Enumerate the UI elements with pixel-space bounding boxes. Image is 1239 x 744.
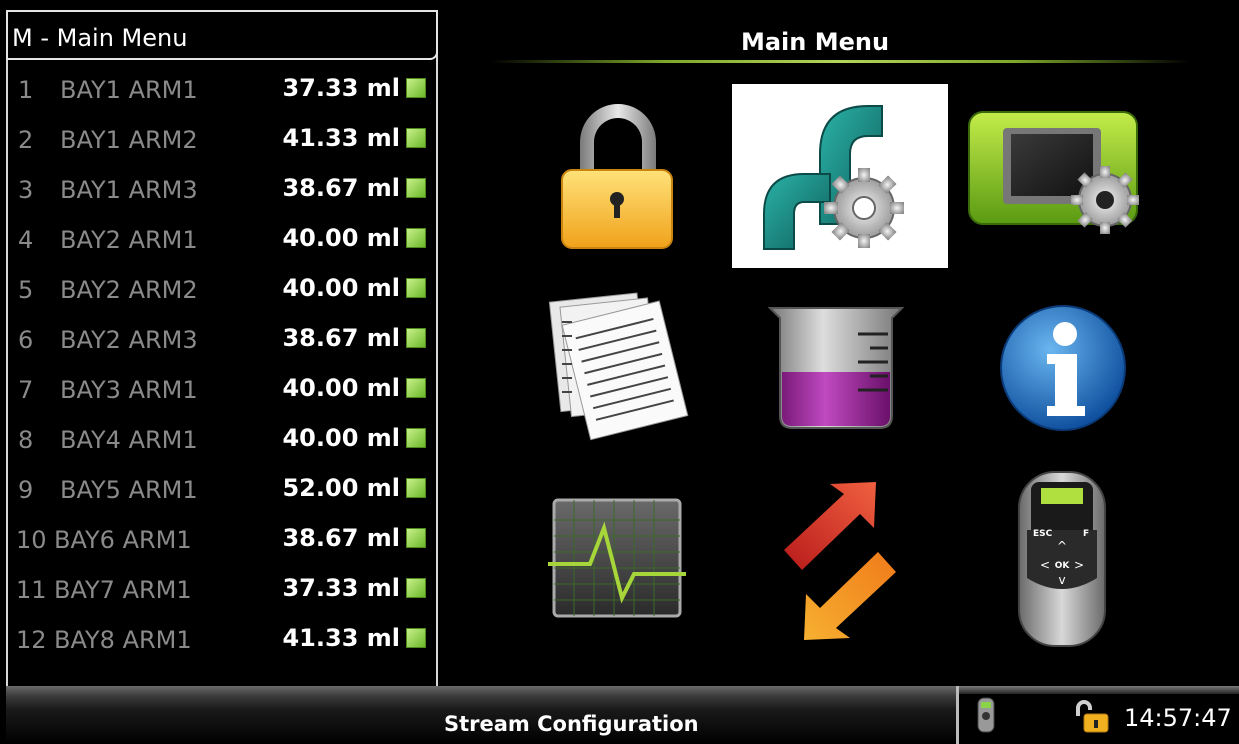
page-title: Main Menu <box>740 28 890 56</box>
status-indicator <box>406 128 426 148</box>
beaker-icon <box>767 307 905 429</box>
svg-text:<: < <box>1040 558 1050 572</box>
clock: 14:57:47 <box>1124 704 1232 732</box>
status-indicator <box>406 428 426 448</box>
menu-tile-device-settings[interactable] <box>955 84 1171 268</box>
channel-number: 5 <box>18 276 34 304</box>
channel-row[interactable]: 4 BAY2 ARM1 40.00 ml <box>6 216 438 268</box>
documents-icon <box>548 292 689 441</box>
svg-text:F: F <box>1083 529 1089 539</box>
transfer-arrows-icon <box>784 482 896 640</box>
channel-value: 37.33 ml <box>282 74 400 102</box>
menu-tile-keypad-device[interactable]: ESC F ^ OK < > v <box>955 470 1171 654</box>
channel-value: 41.33 ml <box>282 624 400 652</box>
channel-name: BAY1 ARM2 <box>60 126 198 154</box>
trend-chart-icon <box>548 498 686 618</box>
channel-name: BAY5 ARM1 <box>60 476 198 504</box>
status-indicator <box>406 578 426 598</box>
channel-row[interactable]: 12 BAY8 ARM1 41.33 ml <box>6 616 438 668</box>
menu-tile-documents[interactable] <box>512 282 728 466</box>
status-indicator <box>406 628 426 648</box>
channel-value: 40.00 ml <box>282 224 400 252</box>
channel-number: 8 <box>18 426 34 454</box>
status-indicator <box>406 528 426 548</box>
channel-number: 2 <box>18 126 34 154</box>
info-icon <box>1000 305 1126 431</box>
channel-number: 11 <box>16 576 47 604</box>
channel-value: 38.67 ml <box>282 524 400 552</box>
lock-icon <box>561 104 673 249</box>
channel-name: BAY4 ARM1 <box>60 426 198 454</box>
channel-value: 38.67 ml <box>282 174 400 202</box>
channel-name: BAY2 ARM1 <box>60 226 198 254</box>
unlocked-padlock-icon <box>1076 700 1109 733</box>
menu-tile-trend-chart[interactable] <box>512 476 728 660</box>
channel-value: 38.67 ml <box>282 324 400 352</box>
menu-tile-stream-configuration[interactable] <box>732 84 948 268</box>
status-bar-bevel <box>959 686 1239 694</box>
status-indicator <box>406 278 426 298</box>
channel-row[interactable]: 3 BAY1 ARM3 38.67 ml <box>6 166 438 218</box>
menu-tile-beaker[interactable] <box>732 282 948 466</box>
channel-number: 10 <box>16 526 47 554</box>
channel-value: 52.00 ml <box>282 474 400 502</box>
channel-number: 7 <box>18 376 34 404</box>
device-settings-icon <box>968 111 1139 234</box>
channel-value: 41.33 ml <box>282 124 400 152</box>
status-indicator <box>406 78 426 98</box>
channel-value: 40.00 ml <box>282 374 400 402</box>
title-divider <box>490 60 1190 63</box>
channel-name: BAY3 ARM1 <box>60 376 198 404</box>
channel-name: BAY2 ARM2 <box>60 276 198 304</box>
channel-value: 40.00 ml <box>282 424 400 452</box>
channel-row[interactable]: 1 BAY1 ARM1 37.33 ml <box>6 66 438 118</box>
channel-name: BAY1 ARM3 <box>60 176 198 204</box>
channel-number: 4 <box>18 226 34 254</box>
handheld-device-icon <box>977 697 995 733</box>
channel-number: 9 <box>18 476 34 504</box>
status-indicator <box>406 378 426 398</box>
svg-text:v: v <box>1058 573 1065 587</box>
channel-row[interactable]: 2 BAY1 ARM2 41.33 ml <box>6 116 438 168</box>
status-indicator <box>406 478 426 498</box>
channel-name: BAY6 ARM1 <box>54 526 192 554</box>
channel-name: BAY8 ARM1 <box>54 626 192 654</box>
menu-tile-lock[interactable] <box>512 84 728 268</box>
channel-row[interactable]: 6 BAY2 ARM3 38.67 ml <box>6 316 438 368</box>
selected-item-label: Stream Configuration <box>444 712 699 736</box>
menu-header: M - Main Menu <box>6 10 438 60</box>
channel-name: BAY1 ARM1 <box>60 76 198 104</box>
svg-text:>: > <box>1074 558 1084 572</box>
channel-number: 1 <box>18 76 34 104</box>
menu-tile-info[interactable] <box>955 282 1171 466</box>
menu-header-title: M - Main Menu <box>12 24 188 52</box>
menu-tile-transfer[interactable] <box>732 476 948 660</box>
channel-row[interactable]: 11 BAY7 ARM1 37.33 ml <box>6 566 438 618</box>
channel-name: BAY2 ARM3 <box>60 326 198 354</box>
keypad-device-icon: ESC F ^ OK < > v <box>1018 471 1106 647</box>
channel-row[interactable]: 8 BAY4 ARM1 40.00 ml <box>6 416 438 468</box>
svg-text:OK: OK <box>1055 561 1071 571</box>
stream-configuration-icon <box>763 105 904 250</box>
status-indicator <box>406 228 426 248</box>
channel-row[interactable]: 9 BAY5 ARM1 52.00 ml <box>6 466 438 518</box>
svg-text:ESC: ESC <box>1033 529 1053 539</box>
channel-number: 6 <box>18 326 34 354</box>
channel-row[interactable]: 5 BAY2 ARM2 40.00 ml <box>6 266 438 318</box>
channel-row[interactable]: 10 BAY6 ARM1 38.67 ml <box>6 516 438 568</box>
svg-text:^: ^ <box>1057 539 1067 553</box>
status-indicator <box>406 178 426 198</box>
status-indicator <box>406 328 426 348</box>
channel-value: 37.33 ml <box>282 574 400 602</box>
channel-row[interactable]: 7 BAY3 ARM1 40.00 ml <box>6 366 438 418</box>
channel-number: 3 <box>18 176 34 204</box>
channel-number: 12 <box>16 626 47 654</box>
channel-value: 40.00 ml <box>282 274 400 302</box>
channel-name: BAY7 ARM1 <box>54 576 192 604</box>
